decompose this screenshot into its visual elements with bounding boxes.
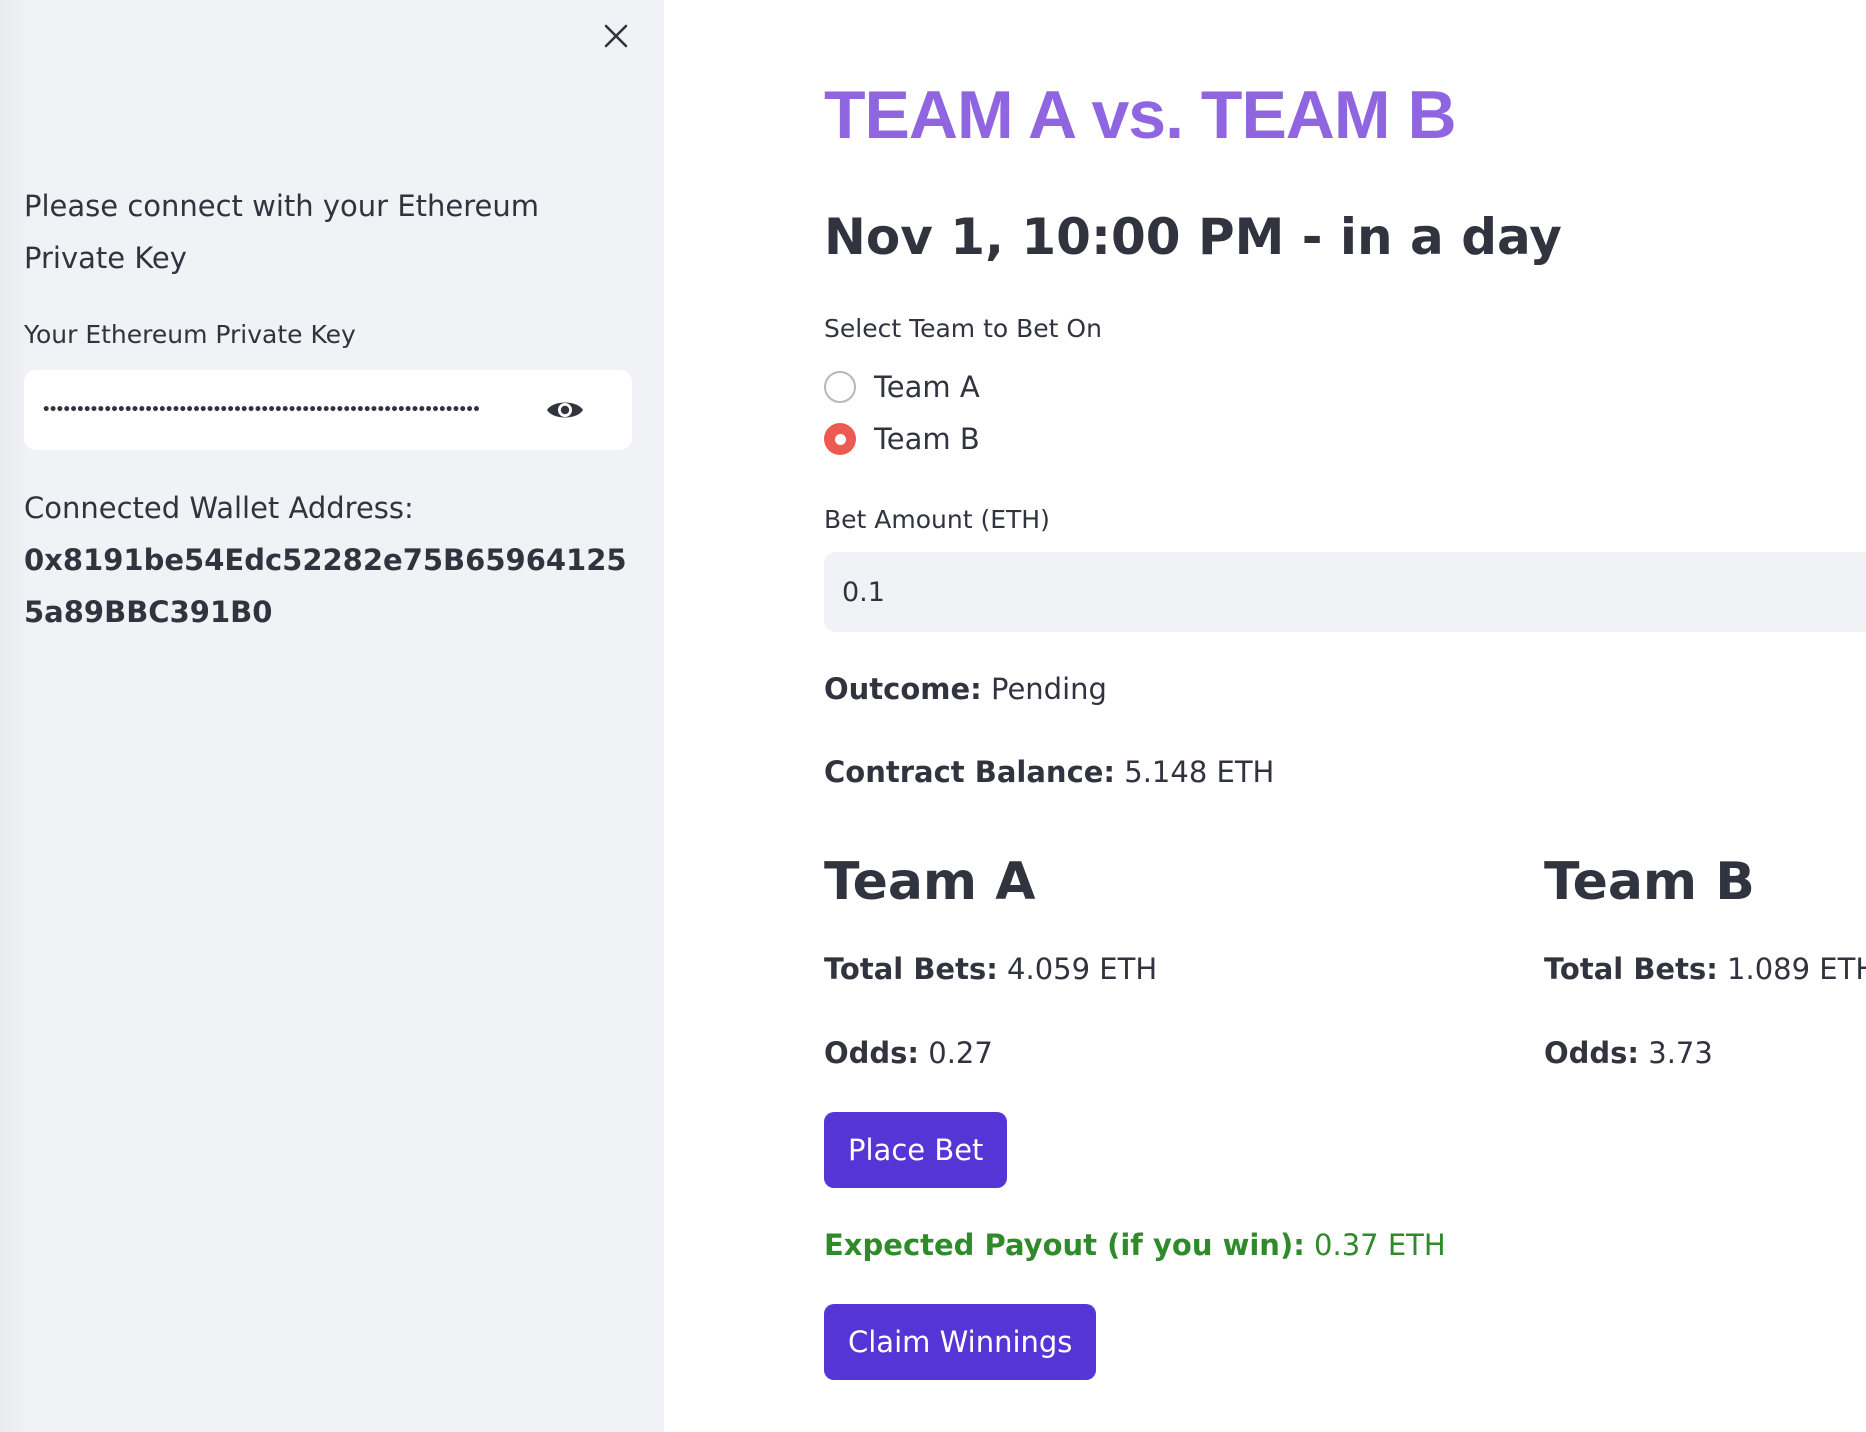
- toggle-visibility-button[interactable]: [542, 390, 588, 430]
- sidebar: Please connect with your Ethereum Privat…: [0, 0, 664, 1432]
- contract-balance-value: 5.148 ETH: [1124, 755, 1275, 789]
- private-key-input[interactable]: ••••••••••••••••••••••••••••••••••••••••…: [24, 370, 632, 450]
- team-b-heading: Team B: [1544, 852, 1755, 912]
- place-bet-button[interactable]: Place Bet: [824, 1112, 1008, 1188]
- outcome-value: Pending: [990, 672, 1107, 706]
- team-a-total-bets-value: 4.059 ETH: [1007, 952, 1158, 986]
- expected-payout-text: Expected Payout (if you win): 0.37 ETH: [824, 1228, 1446, 1262]
- outcome-text: Outcome: Pending: [824, 672, 1107, 706]
- team-b-total-bets-label: Total Bets:: [1544, 952, 1718, 986]
- team-b-odds-label: Odds:: [1544, 1036, 1640, 1070]
- team-b-total-bets: Total Bets: 1.089 ETH: [1544, 952, 1866, 986]
- close-sidebar-button[interactable]: [596, 16, 636, 56]
- match-datetime: Nov 1, 10:00 PM - in a day: [824, 208, 1562, 266]
- team-a-odds: Odds: 0.27: [824, 1036, 993, 1070]
- radio-option-team-a[interactable]: Team A: [824, 370, 980, 404]
- team-a-odds-label: Odds:: [824, 1036, 920, 1070]
- team-b-odds: Odds: 3.73: [1544, 1036, 1713, 1070]
- wallet-address: 0x8191be54Edc52282e75B659641255a89BBC391…: [24, 543, 627, 629]
- team-a-heading: Team A: [824, 852, 1036, 912]
- claim-winnings-button[interactable]: Claim Winnings: [824, 1304, 1097, 1380]
- team-b-odds-value: 3.73: [1648, 1036, 1713, 1070]
- contract-balance-label: Contract Balance:: [824, 755, 1116, 789]
- expected-payout-value: 0.37 ETH: [1314, 1228, 1446, 1262]
- radio-button-team-b[interactable]: [824, 423, 856, 455]
- private-key-label: Your Ethereum Private Key: [24, 320, 356, 349]
- team-a-odds-value: 0.27: [928, 1036, 993, 1070]
- page-title: TEAM A vs. TEAM B: [824, 77, 1457, 153]
- eye-icon: [547, 402, 583, 418]
- app-root: Please connect with your Ethereum Privat…: [0, 0, 1866, 1432]
- radio-label-team-a: Team A: [874, 370, 980, 404]
- private-key-value[interactable]: ••••••••••••••••••••••••••••••••••••••••…: [42, 402, 540, 418]
- team-a-total-bets-label: Total Bets:: [824, 952, 998, 986]
- team-select-label: Select Team to Bet On: [824, 314, 1102, 343]
- expected-payout-label: Expected Payout (if you win):: [824, 1228, 1305, 1262]
- close-icon: [604, 24, 628, 48]
- wallet-label: Connected Wallet Address:: [24, 491, 414, 525]
- wallet-info: Connected Wallet Address: 0x8191be54Edc5…: [24, 482, 644, 638]
- team-b-total-bets-value: 1.089 ETH: [1727, 952, 1866, 986]
- radio-option-team-b[interactable]: Team B: [824, 422, 980, 456]
- contract-balance-text: Contract Balance: 5.148 ETH: [824, 755, 1274, 789]
- main-content: TEAM A vs. TEAM B Nov 1, 10:00 PM - in a…: [664, 0, 1866, 1432]
- bet-amount-input[interactable]: 0.1: [824, 552, 1866, 632]
- radio-button-team-a[interactable]: [824, 371, 856, 403]
- bet-amount-label: Bet Amount (ETH): [824, 505, 1050, 534]
- outcome-label: Outcome:: [824, 672, 982, 706]
- connect-instructions: Please connect with your Ethereum Privat…: [24, 189, 539, 275]
- team-a-total-bets: Total Bets: 4.059 ETH: [824, 952, 1157, 986]
- radio-label-team-b: Team B: [874, 422, 980, 456]
